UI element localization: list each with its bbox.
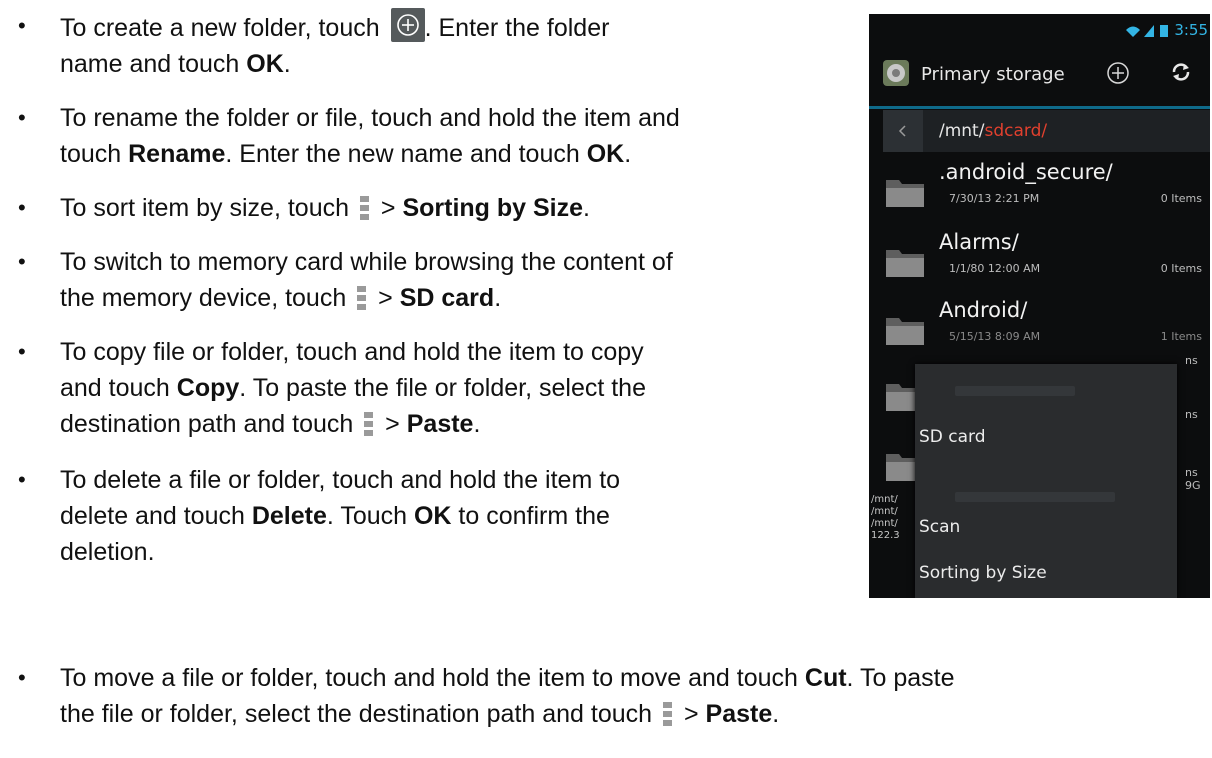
emphasis-term: OK [586,140,625,168]
menu-item-label: SD card [919,427,986,447]
chevron-left-icon [898,125,906,137]
menu-item-sd-card[interactable]: SD card [915,412,1177,462]
file-count: 0 Items [1160,192,1202,205]
plus-icon [390,8,425,42]
refresh-icon[interactable] [1169,60,1193,84]
covered-count-text: 9G [1185,479,1201,492]
emphasis-term: OK [246,50,284,78]
covered-count-text: ns [1185,354,1198,367]
covered-path-text: 122.3 [871,530,900,541]
bullet-text: To switch to memory card while browsing … [60,248,673,312]
bullet-dot: • [18,467,26,492]
emphasis-term: Sorting by Size [402,194,584,222]
file-name: Android/ [939,298,1028,322]
bullet-dot: • [18,195,26,220]
file-row[interactable]: .android_secure/ 7/30/13 2:21 PM 0 Items [869,154,1210,220]
menu-icon [364,412,374,436]
app-logo-icon [883,60,909,86]
bullet-delete: • To delete a file or folder, touch and … [18,462,620,570]
path-bar: /mnt/sdcard/ [883,110,1210,152]
emphasis-term: OK [413,502,452,530]
file-name: Alarms/ [939,230,1019,254]
emphasis-term: Paste [705,700,773,728]
signal-battery-icon [1126,25,1168,37]
menu-item-label: Sorting by Size [919,563,1047,583]
bullet-text: To sort item by size, touch > Sorting by… [60,194,590,222]
menu-icon [663,702,673,726]
add-folder-icon[interactable] [1105,60,1131,86]
file-row[interactable]: Android/ 5/15/13 8:09 AM 1 Items [869,292,1210,358]
file-date: 1/1/80 12:00 AM [949,262,1041,275]
back-button[interactable] [883,110,923,152]
emphasis-term: Delete [251,502,327,530]
menu-item-label: Scan [919,517,961,537]
emphasis-term: Rename [128,140,226,168]
action-bar: Primary storage [869,44,1210,109]
menu-item-dimmed [955,386,1075,396]
covered-path-text: /mnt/ [871,518,898,529]
bullet-text: To copy file or folder, touch and hold t… [60,338,646,438]
covered-count-text: ns [1185,466,1198,479]
menu-item-scan[interactable]: Scan [915,502,1177,552]
folder-icon [886,318,924,345]
bullet-rename: • To rename the folder or file, touch an… [18,100,680,172]
bullet-dot: • [18,249,26,274]
file-count: 0 Items [1160,262,1202,275]
menu-item-dimmed [955,492,1115,502]
folder-icon [886,250,924,277]
bullet-switch-memory: • To switch to memory card while browsin… [18,244,673,316]
folder-icon [886,180,924,207]
file-count: 1 Items [1160,330,1202,343]
file-row[interactable]: Alarms/ 1/1/80 12:00 AM 0 Items [869,224,1210,290]
emphasis-term: Paste [406,410,474,438]
emphasis-term: Copy [176,374,240,402]
bullet-dot: • [18,13,26,38]
bullet-sort: • To sort item by size, touch > Sorting … [18,190,590,226]
file-date: 7/30/13 2:21 PM [949,192,1040,205]
status-time: 3:55 [1174,21,1208,39]
bullet-text: To create a new folder, touch . Enter th… [60,8,609,82]
current-path: /mnt/sdcard/ [939,121,1047,141]
covered-path-text: /mnt/ [871,506,898,517]
file-name: .android_secure/ [939,160,1113,184]
folder-icon [886,384,915,411]
bullet-text: To rename the folder or file, touch and … [60,104,680,168]
bullet-move: • To move a file or folder, touch and ho… [18,660,955,732]
menu-item-sorting-by-size[interactable]: Sorting by Size [915,548,1177,598]
emphasis-term: Cut [804,664,847,692]
path-highlight: sdcard/ [984,121,1048,141]
folder-icon [886,454,915,481]
covered-path-text: /mnt/ [871,494,898,505]
emphasis-term: SD card [399,284,495,312]
menu-icon [359,196,370,220]
path-prefix: /mnt/ [939,121,985,141]
status-bar: 3:55 [869,14,1210,44]
menu-icon [357,286,367,310]
bullet-text: To move a file or folder, touch and hold… [60,664,955,728]
covered-count-text: ns [1185,408,1198,421]
phone-screenshot: 3:55 Primary storage /mnt/sdcard/ .andro… [869,14,1210,598]
action-bar-title: Primary storage [921,64,1065,85]
bullet-create-folder: • To create a new folder, touch . Enter … [18,8,609,82]
bullet-dot: • [18,339,26,364]
options-menu: SD card Scan Sorting by Size [915,364,1177,598]
bullet-dot: • [18,105,26,130]
bullet-copy: • To copy file or folder, touch and hold… [18,334,646,442]
file-date: 5/15/13 8:09 AM [949,330,1041,343]
bullet-text: To delete a file or folder, touch and ho… [60,466,621,566]
bullet-dot: • [18,665,26,690]
